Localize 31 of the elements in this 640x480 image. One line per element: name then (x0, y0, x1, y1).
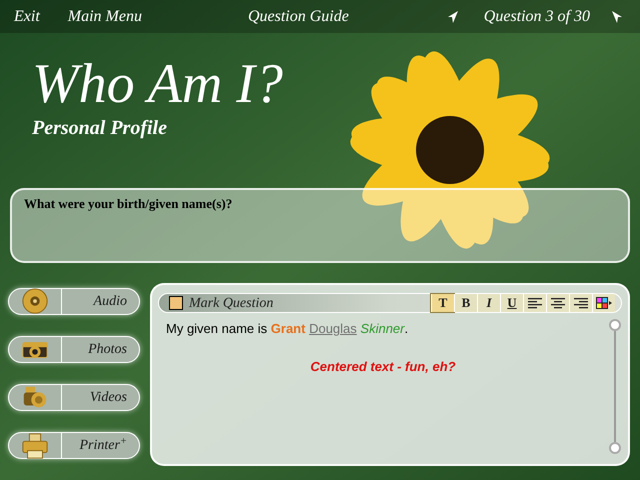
nav-link[interactable]: Exit (14, 4, 40, 28)
format-button[interactable]: T (431, 294, 454, 312)
align-center-icon (551, 298, 565, 308)
mark-question-label: Mark Question (189, 294, 274, 312)
previous-button[interactable] (446, 10, 460, 24)
question-panel: What were your birth/given name(s)? (10, 188, 630, 263)
color-picker-button[interactable] (592, 294, 615, 312)
app-title: Who Am I? (32, 52, 283, 117)
format-button[interactable]: B (454, 294, 477, 312)
videos-button[interactable]: Videos (8, 384, 140, 411)
align-right-button[interactable] (569, 294, 592, 312)
color-palette-icon (596, 297, 612, 309)
align-left-button[interactable] (523, 294, 546, 312)
app-subtitle: Personal Profile (32, 117, 167, 139)
mark-question-checkbox[interactable] (169, 296, 183, 310)
audio-button[interactable]: Audio (8, 288, 140, 315)
previous-arrow-icon (448, 10, 458, 22)
align-left-icon (528, 298, 542, 308)
align-right-icon (574, 298, 588, 308)
printer-button[interactable]: Printer$^{+}$ (8, 432, 140, 459)
answer-text: My given name is Grant Douglas Skinner. (166, 320, 408, 338)
answer-text: Centered text - fun, eh? (310, 358, 456, 376)
next-button[interactable] (610, 10, 624, 24)
align-center-button[interactable] (546, 294, 569, 312)
format-button[interactable]: I (477, 294, 500, 312)
question-guide-link[interactable]: Question Guide (248, 4, 349, 28)
next-arrow-icon (612, 10, 622, 22)
question-counter: Question 3 of 30 (484, 6, 590, 26)
nav-link[interactable]: Main Menu (68, 4, 142, 28)
format-button[interactable]: U (500, 294, 523, 312)
photos-button[interactable]: Photos (8, 336, 140, 363)
